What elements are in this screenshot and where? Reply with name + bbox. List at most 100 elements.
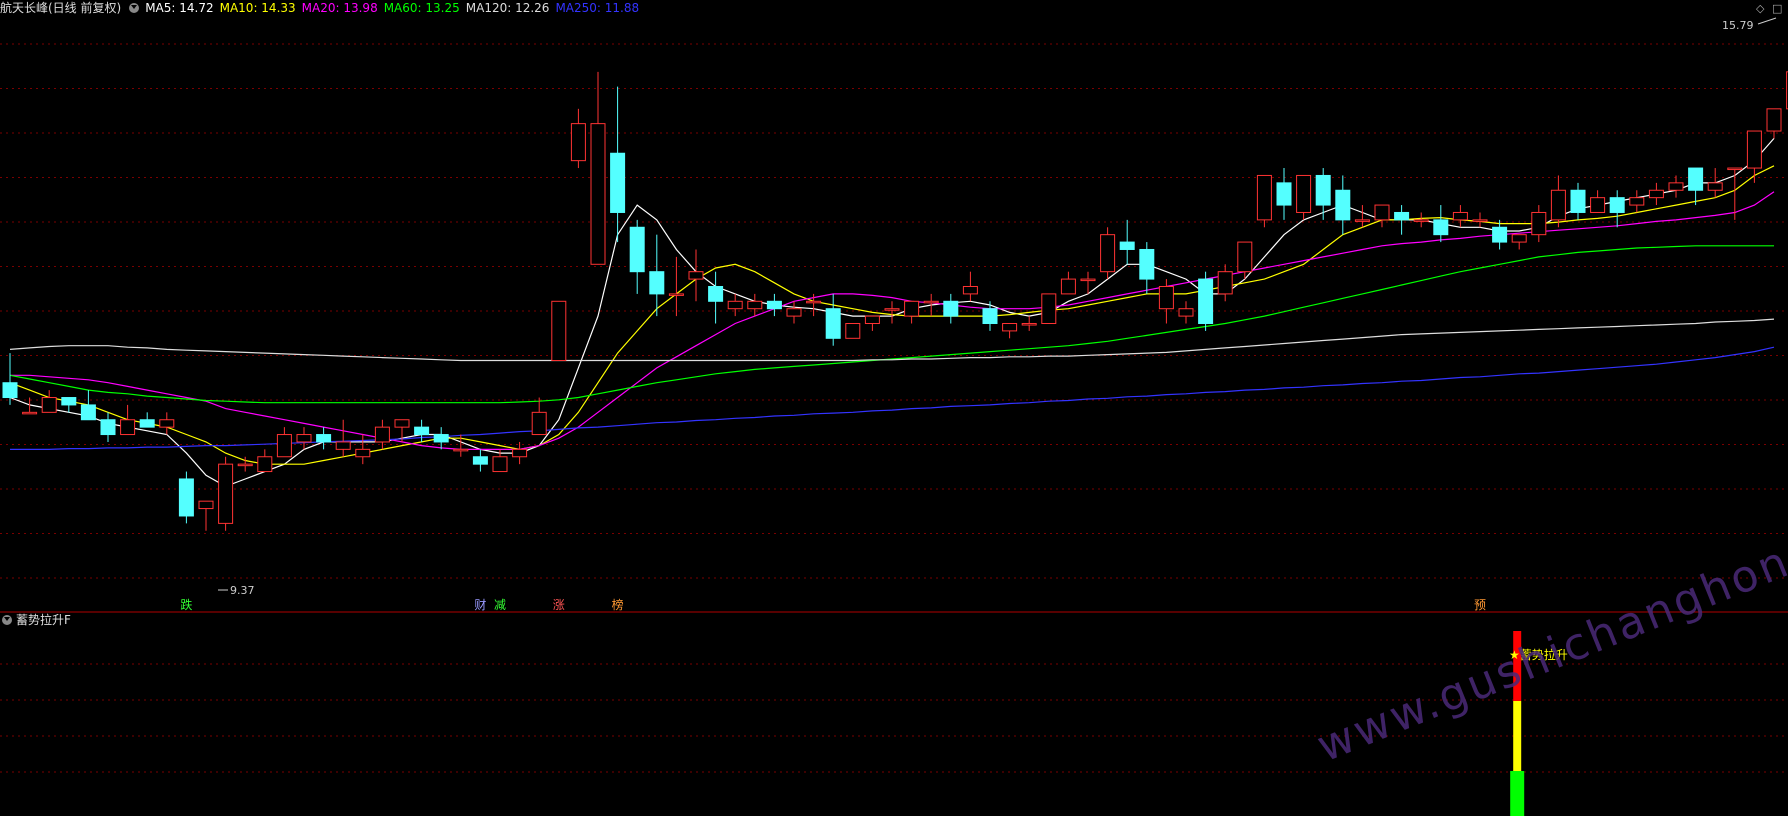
candle[interactable] <box>159 412 175 435</box>
candle-body <box>610 152 626 213</box>
candle[interactable] <box>100 412 116 442</box>
event-label[interactable]: 减 <box>494 598 506 612</box>
candle-body <box>884 308 900 311</box>
candle[interactable] <box>904 300 920 324</box>
indicator-dropdown-icon[interactable] <box>2 615 12 625</box>
candle[interactable] <box>1688 167 1704 206</box>
candle[interactable] <box>1648 182 1664 206</box>
candle[interactable] <box>629 219 645 294</box>
candle[interactable] <box>1315 168 1331 220</box>
candle[interactable] <box>433 427 449 450</box>
candle[interactable] <box>1198 271 1214 331</box>
candle[interactable] <box>1609 190 1625 228</box>
candle[interactable] <box>1041 293 1057 325</box>
candle[interactable] <box>727 293 743 317</box>
window-icon[interactable]: □ <box>1772 2 1782 15</box>
candle[interactable] <box>316 427 332 450</box>
candle-body <box>100 419 116 436</box>
candlesticks[interactable] <box>2 71 1788 531</box>
candle[interactable] <box>1060 271 1076 295</box>
event-label[interactable]: 涨 <box>553 597 565 612</box>
candle[interactable] <box>374 419 390 450</box>
candle[interactable] <box>1354 205 1370 228</box>
candle[interactable] <box>531 397 547 436</box>
candle[interactable] <box>1394 205 1410 235</box>
candle[interactable] <box>1413 212 1429 228</box>
candle[interactable] <box>649 234 665 317</box>
candle[interactable] <box>1335 175 1351 235</box>
candle[interactable] <box>884 301 900 324</box>
indicator-title[interactable]: 蓄势拉升F <box>16 613 71 627</box>
candle[interactable] <box>80 390 96 421</box>
candle[interactable] <box>512 441 528 465</box>
candle[interactable] <box>982 301 998 331</box>
candle[interactable] <box>414 419 430 442</box>
candle[interactable] <box>747 293 763 317</box>
candle[interactable] <box>943 293 959 324</box>
candle[interactable] <box>1570 182 1586 220</box>
candle[interactable] <box>610 86 626 243</box>
candle[interactable] <box>1256 174 1272 228</box>
candle[interactable] <box>61 397 77 413</box>
stock-title[interactable]: 航天长峰(日线 前复权) <box>0 1 121 15</box>
candle[interactable] <box>668 256 684 317</box>
candle[interactable] <box>766 293 782 317</box>
candle[interactable] <box>962 271 978 302</box>
candle[interactable] <box>1374 204 1390 228</box>
candle[interactable] <box>335 419 351 457</box>
event-label[interactable]: 财 <box>474 598 486 612</box>
candle-body <box>22 411 38 415</box>
candle[interactable] <box>1629 190 1645 213</box>
candle[interactable] <box>1746 130 1762 183</box>
candle[interactable] <box>1668 175 1684 198</box>
candle[interactable] <box>1296 174 1312 220</box>
candle[interactable] <box>1217 264 1233 302</box>
candle[interactable] <box>864 315 880 331</box>
candle[interactable] <box>139 412 155 428</box>
candle[interactable] <box>1472 212 1488 228</box>
candle[interactable] <box>1550 175 1566 228</box>
candle[interactable] <box>178 471 194 524</box>
candle[interactable] <box>1707 168 1723 198</box>
candle[interactable] <box>1727 167 1743 220</box>
candle[interactable] <box>786 301 802 324</box>
candle[interactable] <box>1139 242 1155 294</box>
candle[interactable] <box>276 427 292 458</box>
max-price-label: 15.79 <box>1722 19 1754 32</box>
candle[interactable] <box>590 71 606 265</box>
event-markers[interactable]: 跌 财减 涨 榜 预 <box>180 597 1486 612</box>
candle[interactable] <box>1002 323 1018 339</box>
candle[interactable] <box>1590 190 1606 213</box>
candle[interactable] <box>1178 301 1194 324</box>
candle[interactable] <box>1531 205 1547 243</box>
candle[interactable] <box>472 449 488 472</box>
candle[interactable] <box>1433 205 1449 243</box>
candle[interactable] <box>1511 234 1527 250</box>
candle[interactable] <box>1452 205 1468 228</box>
candle[interactable] <box>198 500 214 531</box>
event-label[interactable]: 跌 <box>180 597 192 612</box>
settings-dropdown-icon[interactable] <box>129 3 140 13</box>
candle[interactable] <box>296 427 312 450</box>
event-label[interactable]: 预 <box>1474 598 1486 612</box>
candle[interactable] <box>551 300 567 362</box>
candle[interactable] <box>41 390 57 413</box>
candle[interactable] <box>845 323 861 339</box>
candle[interactable] <box>688 249 704 302</box>
event-label[interactable]: 榜 <box>612 597 624 612</box>
candle[interactable] <box>1119 219 1135 265</box>
candle[interactable] <box>2 353 18 405</box>
candle[interactable] <box>1766 108 1782 139</box>
candle[interactable] <box>1276 168 1292 220</box>
candle[interactable] <box>708 271 724 324</box>
candle[interactable] <box>825 293 841 346</box>
expand-icon[interactable]: ◇ <box>1756 2 1764 15</box>
candle[interactable] <box>1492 219 1508 250</box>
candle[interactable] <box>570 108 586 169</box>
candle[interactable] <box>257 449 273 473</box>
candle[interactable] <box>120 404 136 436</box>
candle[interactable] <box>355 434 371 465</box>
candle[interactable] <box>1021 316 1037 331</box>
candle[interactable] <box>218 456 234 531</box>
candle[interactable] <box>1100 227 1116 280</box>
